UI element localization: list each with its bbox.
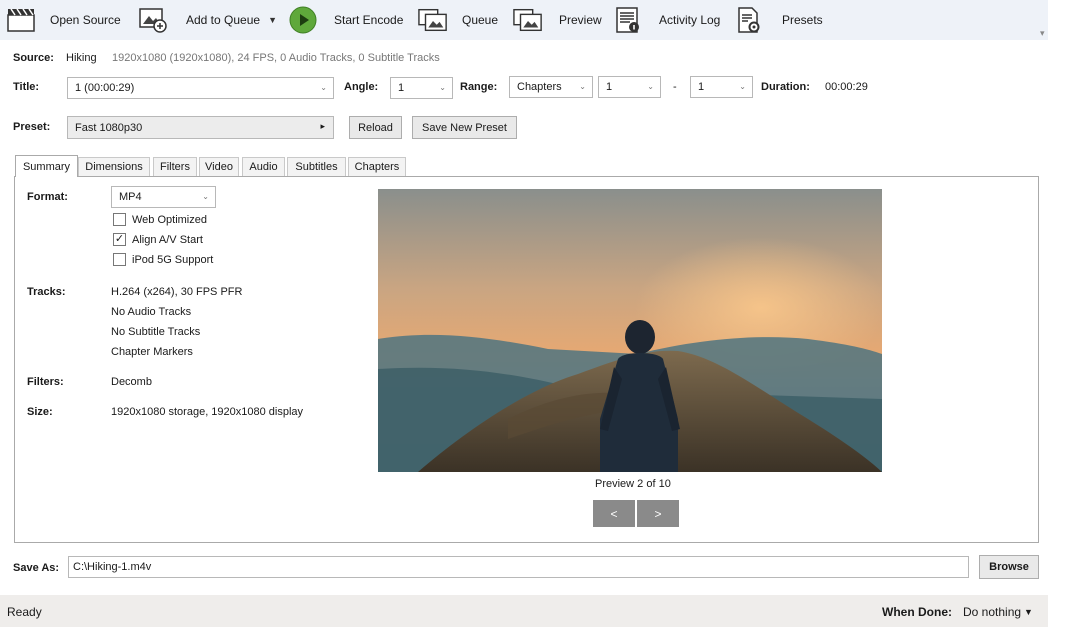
format-dropdown[interactable]: MP4 ⌄	[111, 186, 216, 208]
main-toolbar: Open Source Add to Queue ▼ Start Encode	[0, 0, 1048, 40]
add-to-queue-label: Add to Queue	[186, 13, 261, 27]
open-source-button[interactable]: Open Source	[6, 0, 121, 40]
checkbox-box[interactable]	[113, 253, 126, 266]
activity-log-icon	[613, 6, 643, 34]
preset-label: Preset:	[13, 121, 51, 133]
chevron-down-icon: ⌄	[739, 82, 746, 91]
preview-icon	[513, 6, 543, 34]
chevron-down-icon: ⌄	[439, 83, 446, 92]
clapperboard-icon	[6, 6, 36, 34]
filters-value: Decomb	[111, 376, 152, 388]
source-label: Source:	[13, 52, 54, 64]
track-line: H.264 (x264), 30 FPS PFR	[111, 286, 243, 298]
align-av-checkbox[interactable]: ✓ Align A/V Start	[113, 233, 203, 246]
duration-value: 00:00:29	[825, 81, 868, 93]
range-separator: -	[673, 81, 677, 93]
format-value: MP4	[119, 191, 142, 203]
source-row: Source:	[13, 52, 54, 64]
status-text: Ready	[7, 605, 42, 619]
track-line: No Audio Tracks	[111, 306, 192, 318]
start-encode-label: Start Encode	[334, 13, 404, 27]
angle-value: 1	[398, 82, 405, 94]
duration-label: Duration:	[761, 81, 810, 93]
when-done-value: Do nothing	[963, 605, 1022, 619]
range-type-dropdown[interactable]: Chapters ⌄	[509, 76, 593, 98]
tab-subtitles[interactable]: Subtitles	[287, 157, 346, 176]
web-optimized-label: Web Optimized	[132, 213, 207, 226]
start-encode-button[interactable]: Start Encode	[288, 0, 403, 40]
size-label: Size:	[27, 406, 53, 418]
tab-dimensions[interactable]: Dimensions	[78, 157, 150, 176]
queue-button[interactable]: Queue	[418, 0, 498, 40]
tab-summary[interactable]: Summary	[15, 155, 78, 177]
title-label: Title:	[13, 81, 40, 93]
align-av-label: Align A/V Start	[132, 233, 203, 246]
when-done-dropdown[interactable]: Do nothing ▼	[963, 605, 1033, 619]
preset-selector[interactable]: Fast 1080p30 ▸	[67, 116, 334, 139]
next-preview-button[interactable]: >	[637, 500, 679, 527]
ipod-label: iPod 5G Support	[132, 253, 214, 266]
range-start-value: 1	[606, 81, 613, 93]
tab-chapters[interactable]: Chapters	[348, 157, 406, 176]
queue-label: Queue	[462, 13, 499, 27]
filters-label: Filters:	[27, 376, 64, 388]
add-to-queue-button[interactable]: Add to Queue ▼	[138, 0, 277, 40]
preview-image	[378, 189, 882, 472]
save-new-preset-button[interactable]: Save New Preset	[412, 116, 517, 139]
presets-icon	[734, 6, 764, 34]
title-dropdown[interactable]: 1 (00:00:29) ⌄	[67, 77, 334, 99]
presets-label: Presets	[782, 13, 823, 27]
preset-value: Fast 1080p30	[75, 121, 143, 134]
preview-caption: Preview 2 of 10	[595, 478, 671, 490]
range-end-dropdown[interactable]: 1 ⌄	[690, 76, 753, 98]
tracks-label: Tracks:	[27, 286, 66, 298]
range-start-dropdown[interactable]: 1 ⌄	[598, 76, 661, 98]
source-name: Hiking	[66, 52, 97, 64]
previous-preview-button[interactable]: <	[593, 500, 635, 527]
presets-button[interactable]: Presets	[734, 0, 823, 40]
preview-button[interactable]: Preview	[513, 0, 602, 40]
source-info: 1920x1080 (1920x1080), 24 FPS, 0 Audio T…	[112, 52, 440, 64]
chevron-down-icon: ⌄	[320, 83, 327, 92]
reload-button[interactable]: Reload	[349, 116, 402, 139]
when-done-label: When Done:	[882, 605, 952, 619]
range-label: Range:	[460, 81, 498, 93]
save-as-input[interactable]: C:\Hiking-1.m4v	[68, 556, 969, 578]
tab-filters[interactable]: Filters	[153, 157, 197, 176]
chevron-down-icon: ⌄	[579, 82, 586, 91]
activity-log-button[interactable]: Activity Log	[613, 0, 720, 40]
chevron-down-icon[interactable]: ▼	[268, 15, 277, 25]
toolbar-overflow-icon[interactable]: ▾	[1040, 28, 1045, 39]
status-bar: Ready When Done: Do nothing ▼	[0, 595, 1048, 627]
range-type-value: Chapters	[517, 81, 562, 93]
web-optimized-checkbox[interactable]: Web Optimized	[113, 213, 207, 226]
checkbox-box[interactable]	[113, 213, 126, 226]
chevron-down-icon: ⌄	[202, 192, 209, 201]
angle-label: Angle:	[344, 81, 379, 93]
preview-label: Preview	[559, 13, 602, 27]
tab-audio[interactable]: Audio	[242, 157, 285, 176]
chevron-right-icon: ▸	[320, 121, 325, 131]
tab-video[interactable]: Video	[199, 157, 239, 176]
open-source-label: Open Source	[50, 13, 121, 27]
browse-button[interactable]: Browse	[979, 555, 1039, 579]
size-value: 1920x1080 storage, 1920x1080 display	[111, 406, 304, 418]
activity-log-label: Activity Log	[659, 13, 721, 27]
chevron-down-icon: ⌄	[647, 82, 654, 91]
track-line: No Subtitle Tracks	[111, 326, 201, 338]
save-as-value: C:\Hiking-1.m4v	[73, 561, 152, 573]
title-value: 1 (00:00:29)	[75, 82, 135, 94]
play-icon	[288, 6, 318, 34]
chevron-down-icon: ▼	[1024, 607, 1033, 617]
save-as-label: Save As:	[13, 562, 60, 574]
angle-dropdown[interactable]: 1 ⌄	[390, 77, 453, 99]
queue-icon	[418, 6, 448, 34]
checkbox-checked-box[interactable]: ✓	[113, 233, 126, 246]
track-line: Chapter Markers	[111, 346, 193, 358]
add-image-icon	[138, 6, 168, 34]
range-end-value: 1	[698, 81, 705, 93]
ipod-checkbox[interactable]: iPod 5G Support	[113, 253, 213, 266]
format-label: Format:	[27, 191, 68, 203]
